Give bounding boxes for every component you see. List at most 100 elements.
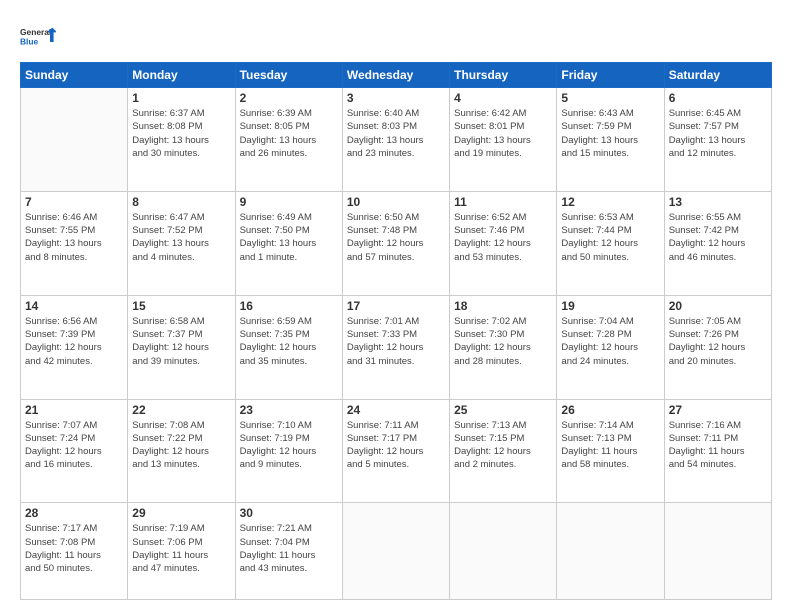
- column-header-monday: Monday: [128, 63, 235, 88]
- day-info: Sunrise: 6:45 AM Sunset: 7:57 PM Dayligh…: [669, 107, 767, 160]
- calendar-cell: 13 Sunrise: 6:55 AM Sunset: 7:42 PM Dayli…: [664, 191, 771, 295]
- column-header-wednesday: Wednesday: [342, 63, 449, 88]
- day-number: 20: [669, 299, 767, 313]
- day-info: Sunrise: 6:47 AM Sunset: 7:52 PM Dayligh…: [132, 211, 230, 264]
- day-number: 30: [240, 506, 338, 520]
- logo-svg: General Blue: [20, 18, 56, 54]
- day-number: 5: [561, 91, 659, 105]
- svg-text:Blue: Blue: [20, 36, 39, 46]
- day-info: Sunrise: 6:55 AM Sunset: 7:42 PM Dayligh…: [669, 211, 767, 264]
- logo: General Blue: [20, 18, 56, 54]
- svg-text:General: General: [20, 27, 51, 37]
- day-number: 7: [25, 195, 123, 209]
- calendar-cell: 27 Sunrise: 7:16 AM Sunset: 7:11 PM Dayli…: [664, 399, 771, 503]
- column-header-sunday: Sunday: [21, 63, 128, 88]
- day-number: 17: [347, 299, 445, 313]
- calendar-cell: 12Sunrise: 6:53 AM Sunset: 7:44 PM Dayli…: [557, 191, 664, 295]
- day-number: 2: [240, 91, 338, 105]
- day-number: 6: [669, 91, 767, 105]
- day-number: 15: [132, 299, 230, 313]
- calendar-cell: 10 Sunrise: 6:50 AM Sunset: 7:48 PM Dayli…: [342, 191, 449, 295]
- calendar-week-row: 1 Sunrise: 6:37 AM Sunset: 8:08 PM Daylig…: [21, 88, 772, 192]
- day-info: Sunrise: 6:49 AM Sunset: 7:50 PM Dayligh…: [240, 211, 338, 264]
- calendar-cell: 25 Sunrise: 7:13 AM Sunset: 7:15 PM Dayli…: [450, 399, 557, 503]
- day-number: 19: [561, 299, 659, 313]
- calendar-cell: 2 Sunrise: 6:39 AM Sunset: 8:05 PM Daylig…: [235, 88, 342, 192]
- day-info: Sunrise: 6:53 AM Sunset: 7:44 PM Dayligh…: [561, 211, 659, 264]
- calendar-cell: 23 Sunrise: 7:10 AM Sunset: 7:19 PM Dayli…: [235, 399, 342, 503]
- day-number: 1: [132, 91, 230, 105]
- day-info: Sunrise: 7:11 AM Sunset: 7:17 PM Dayligh…: [347, 419, 445, 472]
- day-number: 22: [132, 403, 230, 417]
- calendar-cell: 15 Sunrise: 6:58 AM Sunset: 7:37 PM Dayli…: [128, 295, 235, 399]
- calendar-cell: [450, 503, 557, 600]
- day-number: 11: [454, 195, 552, 209]
- calendar-cell: 6 Sunrise: 6:45 AM Sunset: 7:57 PM Daylig…: [664, 88, 771, 192]
- day-number: 3: [347, 91, 445, 105]
- day-number: 29: [132, 506, 230, 520]
- calendar-cell: 9 Sunrise: 6:49 AM Sunset: 7:50 PM Daylig…: [235, 191, 342, 295]
- calendar-week-row: 21 Sunrise: 7:07 AM Sunset: 7:24 PM Dayli…: [21, 399, 772, 503]
- day-info: Sunrise: 7:19 AM Sunset: 7:06 PM Dayligh…: [132, 522, 230, 575]
- day-number: 27: [669, 403, 767, 417]
- calendar-week-row: 14 Sunrise: 6:56 AM Sunset: 7:39 PM Dayli…: [21, 295, 772, 399]
- day-info: Sunrise: 7:13 AM Sunset: 7:15 PM Dayligh…: [454, 419, 552, 472]
- day-number: 8: [132, 195, 230, 209]
- calendar-cell: [664, 503, 771, 600]
- calendar-cell: 3 Sunrise: 6:40 AM Sunset: 8:03 PM Daylig…: [342, 88, 449, 192]
- day-info: Sunrise: 7:21 AM Sunset: 7:04 PM Dayligh…: [240, 522, 338, 575]
- calendar-header-row: SundayMondayTuesdayWednesdayThursdayFrid…: [21, 63, 772, 88]
- calendar-table: SundayMondayTuesdayWednesdayThursdayFrid…: [20, 62, 772, 600]
- calendar-cell: 19 Sunrise: 7:04 AM Sunset: 7:28 PM Dayli…: [557, 295, 664, 399]
- day-info: Sunrise: 6:46 AM Sunset: 7:55 PM Dayligh…: [25, 211, 123, 264]
- calendar-cell: 22Sunrise: 7:08 AM Sunset: 7:22 PM Dayli…: [128, 399, 235, 503]
- day-number: 24: [347, 403, 445, 417]
- calendar-cell: 17Sunrise: 7:01 AM Sunset: 7:33 PM Dayli…: [342, 295, 449, 399]
- day-number: 13: [669, 195, 767, 209]
- day-number: 18: [454, 299, 552, 313]
- day-number: 28: [25, 506, 123, 520]
- calendar-cell: 24 Sunrise: 7:11 AM Sunset: 7:17 PM Dayli…: [342, 399, 449, 503]
- day-info: Sunrise: 6:56 AM Sunset: 7:39 PM Dayligh…: [25, 315, 123, 368]
- day-info: Sunrise: 6:40 AM Sunset: 8:03 PM Dayligh…: [347, 107, 445, 160]
- day-info: Sunrise: 7:07 AM Sunset: 7:24 PM Dayligh…: [25, 419, 123, 472]
- day-number: 23: [240, 403, 338, 417]
- calendar-cell: 14 Sunrise: 6:56 AM Sunset: 7:39 PM Dayli…: [21, 295, 128, 399]
- calendar-cell: 5 Sunrise: 6:43 AM Sunset: 7:59 PM Daylig…: [557, 88, 664, 192]
- calendar-cell: 21 Sunrise: 7:07 AM Sunset: 7:24 PM Dayli…: [21, 399, 128, 503]
- day-number: 25: [454, 403, 552, 417]
- calendar-cell: 30 Sunrise: 7:21 AM Sunset: 7:04 PM Dayli…: [235, 503, 342, 600]
- day-info: Sunrise: 6:43 AM Sunset: 7:59 PM Dayligh…: [561, 107, 659, 160]
- day-info: Sunrise: 7:17 AM Sunset: 7:08 PM Dayligh…: [25, 522, 123, 575]
- column-header-tuesday: Tuesday: [235, 63, 342, 88]
- day-number: 16: [240, 299, 338, 313]
- calendar-cell: 4Sunrise: 6:42 AM Sunset: 8:01 PM Daylig…: [450, 88, 557, 192]
- calendar-cell: 29 Sunrise: 7:19 AM Sunset: 7:06 PM Dayli…: [128, 503, 235, 600]
- calendar-cell: 8 Sunrise: 6:47 AM Sunset: 7:52 PM Daylig…: [128, 191, 235, 295]
- calendar-cell: 11 Sunrise: 6:52 AM Sunset: 7:46 PM Dayli…: [450, 191, 557, 295]
- day-info: Sunrise: 7:05 AM Sunset: 7:26 PM Dayligh…: [669, 315, 767, 368]
- day-number: 14: [25, 299, 123, 313]
- day-number: 9: [240, 195, 338, 209]
- day-number: 10: [347, 195, 445, 209]
- day-info: Sunrise: 7:10 AM Sunset: 7:19 PM Dayligh…: [240, 419, 338, 472]
- header: General Blue: [20, 18, 772, 54]
- calendar-cell: [557, 503, 664, 600]
- day-info: Sunrise: 6:50 AM Sunset: 7:48 PM Dayligh…: [347, 211, 445, 264]
- day-info: Sunrise: 6:52 AM Sunset: 7:46 PM Dayligh…: [454, 211, 552, 264]
- day-info: Sunrise: 6:59 AM Sunset: 7:35 PM Dayligh…: [240, 315, 338, 368]
- day-info: Sunrise: 6:39 AM Sunset: 8:05 PM Dayligh…: [240, 107, 338, 160]
- day-info: Sunrise: 7:04 AM Sunset: 7:28 PM Dayligh…: [561, 315, 659, 368]
- day-number: 4: [454, 91, 552, 105]
- day-info: Sunrise: 6:58 AM Sunset: 7:37 PM Dayligh…: [132, 315, 230, 368]
- day-number: 21: [25, 403, 123, 417]
- day-info: Sunrise: 7:02 AM Sunset: 7:30 PM Dayligh…: [454, 315, 552, 368]
- calendar-week-row: 28 Sunrise: 7:17 AM Sunset: 7:08 PM Dayli…: [21, 503, 772, 600]
- calendar-cell: 28 Sunrise: 7:17 AM Sunset: 7:08 PM Dayli…: [21, 503, 128, 600]
- day-info: Sunrise: 6:37 AM Sunset: 8:08 PM Dayligh…: [132, 107, 230, 160]
- calendar-cell: 1 Sunrise: 6:37 AM Sunset: 8:08 PM Daylig…: [128, 88, 235, 192]
- day-info: Sunrise: 7:16 AM Sunset: 7:11 PM Dayligh…: [669, 419, 767, 472]
- column-header-friday: Friday: [557, 63, 664, 88]
- calendar-cell: 16 Sunrise: 6:59 AM Sunset: 7:35 PM Dayli…: [235, 295, 342, 399]
- calendar-week-row: 7 Sunrise: 6:46 AM Sunset: 7:55 PM Daylig…: [21, 191, 772, 295]
